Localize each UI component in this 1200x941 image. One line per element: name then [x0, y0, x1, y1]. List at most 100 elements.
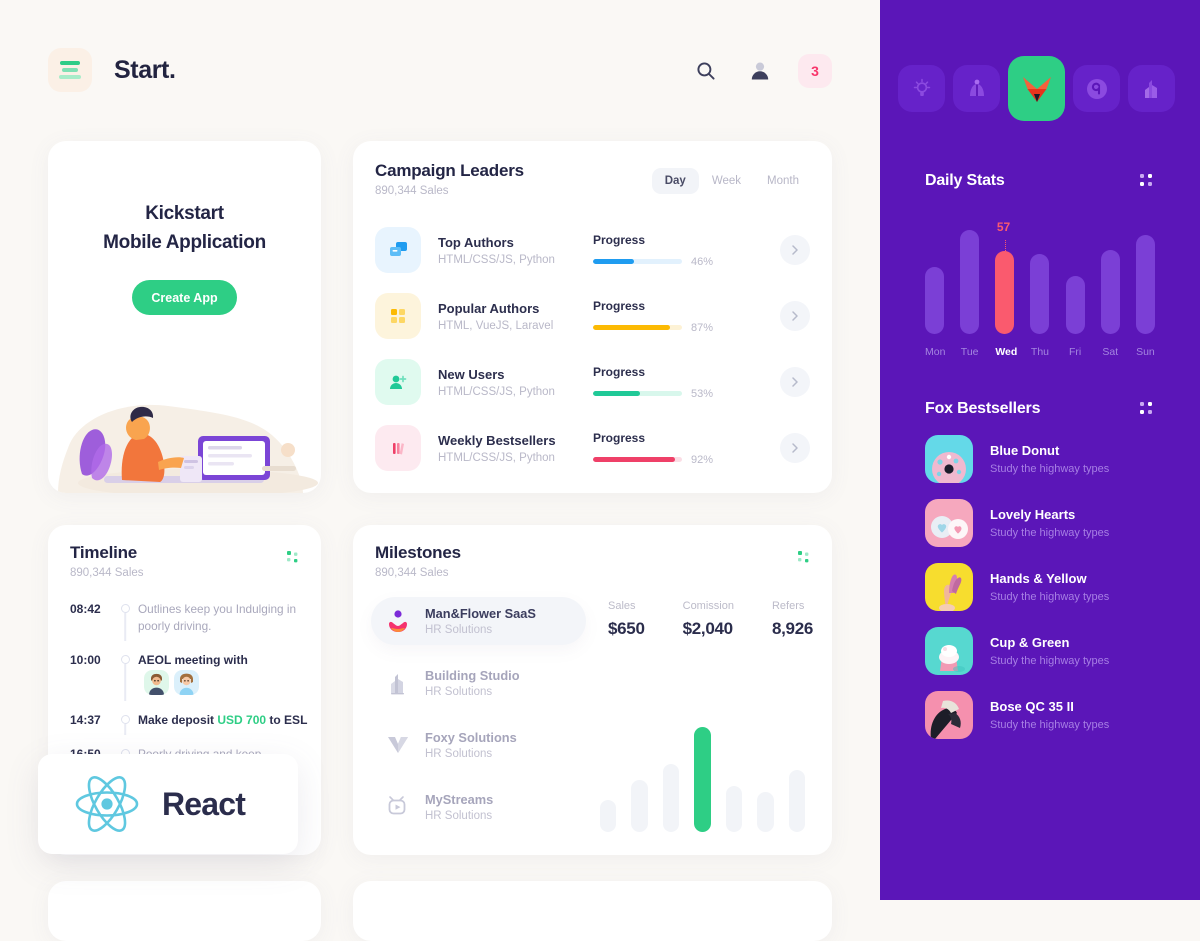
hamburger-menu-icon[interactable]	[48, 48, 92, 92]
react-badge-card[interactable]: React	[38, 754, 298, 854]
progress-label: Progress	[593, 232, 646, 247]
campaign-progress: Progress 46%	[593, 233, 721, 268]
bestseller-row[interactable]: Bose QC 35 II Study the highway types	[925, 691, 1175, 739]
chevron-right-icon[interactable]	[780, 367, 810, 397]
app-header: Start. 3	[0, 0, 880, 140]
axis-label-fri: Fri	[1069, 346, 1082, 358]
progress-track	[593, 457, 682, 462]
timeline-time: 10:00	[70, 653, 101, 668]
nav-lightbulb-icon[interactable]	[898, 65, 945, 112]
bar-tue	[960, 229, 980, 334]
user-account-icon[interactable]	[744, 55, 776, 87]
dashboard-app: Start. 3 Kickstart Mobile Application Cr…	[0, 0, 1200, 941]
bestseller-row[interactable]: Hands & Yellow Study the highway types	[925, 563, 1175, 611]
milestones-bar-chart	[600, 722, 805, 832]
tab-month[interactable]: Month	[754, 168, 812, 194]
milestone-name: Building Studio	[425, 668, 520, 683]
axis-label-thu: Thu	[1030, 346, 1050, 358]
stat-comission: Comission $2,040	[683, 600, 734, 639]
grid-dots-icon[interactable]	[287, 551, 301, 565]
search-icon[interactable]	[690, 55, 722, 87]
avatar	[174, 669, 199, 695]
tab-week[interactable]: Week	[699, 168, 754, 194]
bottom-left-card	[48, 881, 321, 941]
bestseller-row[interactable]: Lovely Hearts Study the highway types	[925, 499, 1175, 547]
nav-building-tower-icon[interactable]	[1128, 65, 1175, 112]
campaign-progress: Progress 87%	[593, 299, 721, 334]
stat-label: Sales	[608, 600, 636, 612]
list-item[interactable]: 10:00 AEOL meeting with	[70, 652, 310, 711]
nav-nine-circle-icon[interactable]	[1073, 65, 1120, 112]
flower-icon	[383, 608, 413, 634]
hero-illustration	[58, 404, 318, 493]
progress-label: Progress	[593, 364, 646, 379]
milestone-text: Man&Flower SaaS HR Solutions	[425, 606, 536, 636]
campaign-progress: Progress 92%	[593, 431, 721, 466]
milestone-row[interactable]: Foxy Solutions HR Solutions	[371, 721, 586, 769]
axis-label-sun: Sun	[1136, 346, 1155, 358]
timeline-connector	[124, 723, 126, 735]
header-actions: 3	[690, 54, 832, 88]
milestone-sub: HR Solutions	[425, 624, 493, 636]
donut-photo	[925, 435, 973, 483]
grid-dots-icon[interactable]	[1140, 173, 1155, 189]
bar-3	[662, 764, 680, 832]
campaign-row-weekly-bestsellers[interactable]: Weekly Bestsellers HTML/CSS/JS, Python P…	[375, 419, 810, 477]
nav-gitlab-fox-icon[interactable]	[1008, 56, 1065, 121]
campaign-row-text: Popular Authors HTML, VueJS, Laravel	[438, 301, 593, 332]
add-user-icon	[375, 359, 421, 405]
deposit-amount: USD 700	[217, 712, 267, 727]
avatar	[144, 669, 169, 695]
campaign-row-popular-authors[interactable]: Popular Authors HTML, VueJS, Laravel Pro…	[375, 287, 810, 345]
tab-day[interactable]: Day	[651, 168, 699, 194]
milestone-row[interactable]: MyStreams HR Solutions	[371, 783, 586, 831]
chevron-right-icon[interactable]	[780, 301, 810, 331]
bestseller-name: Bose QC 35 II	[990, 699, 1074, 714]
campaign-row-top-authors[interactable]: Top Authors HTML/CSS/JS, Python Progress…	[375, 221, 810, 279]
stat-value: $650	[608, 619, 645, 638]
headphones-photo	[925, 691, 973, 739]
daily-stats-header: Daily Stats	[925, 172, 1155, 190]
daily-stats-labels: Mon Tue Wed Thu Fri Sat Sun	[925, 346, 1155, 358]
menu-line	[62, 68, 78, 72]
hero-title-line2: Mobile Application	[103, 232, 266, 253]
timeline-header: Timeline 890,344 Sales	[70, 543, 144, 579]
daily-stats-title: Daily Stats	[925, 172, 1005, 189]
timeline-dot	[120, 655, 130, 665]
notification-badge[interactable]: 3	[798, 54, 832, 88]
grid-dots-icon[interactable]	[1140, 401, 1155, 417]
bestseller-text: Blue Donut Study the highway types	[990, 443, 1109, 475]
create-app-button[interactable]: Create App	[132, 280, 237, 315]
stat-label: Refers	[771, 600, 805, 612]
timeline-text: Outlines keep you Indulging in poorly dr…	[138, 602, 297, 634]
axis-label-sat: Sat	[1102, 346, 1119, 358]
campaign-row-new-users[interactable]: New Users HTML/CSS/JS, Python Progress 5…	[375, 353, 810, 411]
campaign-row-tech: HTML/CSS/JS, Python	[438, 451, 555, 464]
campaign-header: Campaign Leaders 890,344 Sales	[375, 161, 524, 197]
grid-dots-icon[interactable]	[798, 551, 812, 565]
list-item[interactable]: 08:42 Outlines keep you Indulging in poo…	[70, 601, 310, 652]
bestsellers-header: Fox Bestsellers	[925, 400, 1155, 418]
progress-percent: 53%	[691, 387, 714, 400]
milestone-sub: HR Solutions	[425, 686, 493, 698]
bestseller-row[interactable]: Cup & Green Study the highway types	[925, 627, 1175, 675]
main-content: Start. 3 Kickstart Mobile Application Cr…	[0, 0, 880, 941]
bestseller-text: Hands & Yellow Study the highway types	[990, 571, 1109, 603]
campaign-subtitle: 890,344 Sales	[375, 185, 449, 197]
bestseller-sub: Study the highway types	[990, 719, 1110, 731]
hero-title-line1: Kickstart	[145, 203, 224, 224]
nav-arc-lamp-icon[interactable]	[953, 65, 1000, 112]
bestseller-row[interactable]: Blue Donut Study the highway types	[925, 435, 1175, 483]
bar-thu	[1030, 254, 1050, 334]
milestone-row-active[interactable]: Man&Flower SaaS HR Solutions	[371, 597, 586, 645]
bottom-right-card	[353, 881, 832, 941]
milestones-subtitle: 890,344 Sales	[375, 567, 449, 579]
progress-fill	[593, 391, 641, 396]
campaign-row-tech: HTML/CSS/JS, Python	[438, 385, 555, 398]
chevron-right-icon[interactable]	[780, 235, 810, 265]
list-item[interactable]: 14:37 Make deposit USD 700 to ESL	[70, 712, 310, 746]
milestone-row[interactable]: Building Studio HR Solutions	[371, 659, 586, 707]
chevron-right-icon[interactable]	[780, 433, 810, 463]
milestone-text: Foxy Solutions HR Solutions	[425, 730, 517, 760]
cup-photo	[925, 627, 973, 675]
